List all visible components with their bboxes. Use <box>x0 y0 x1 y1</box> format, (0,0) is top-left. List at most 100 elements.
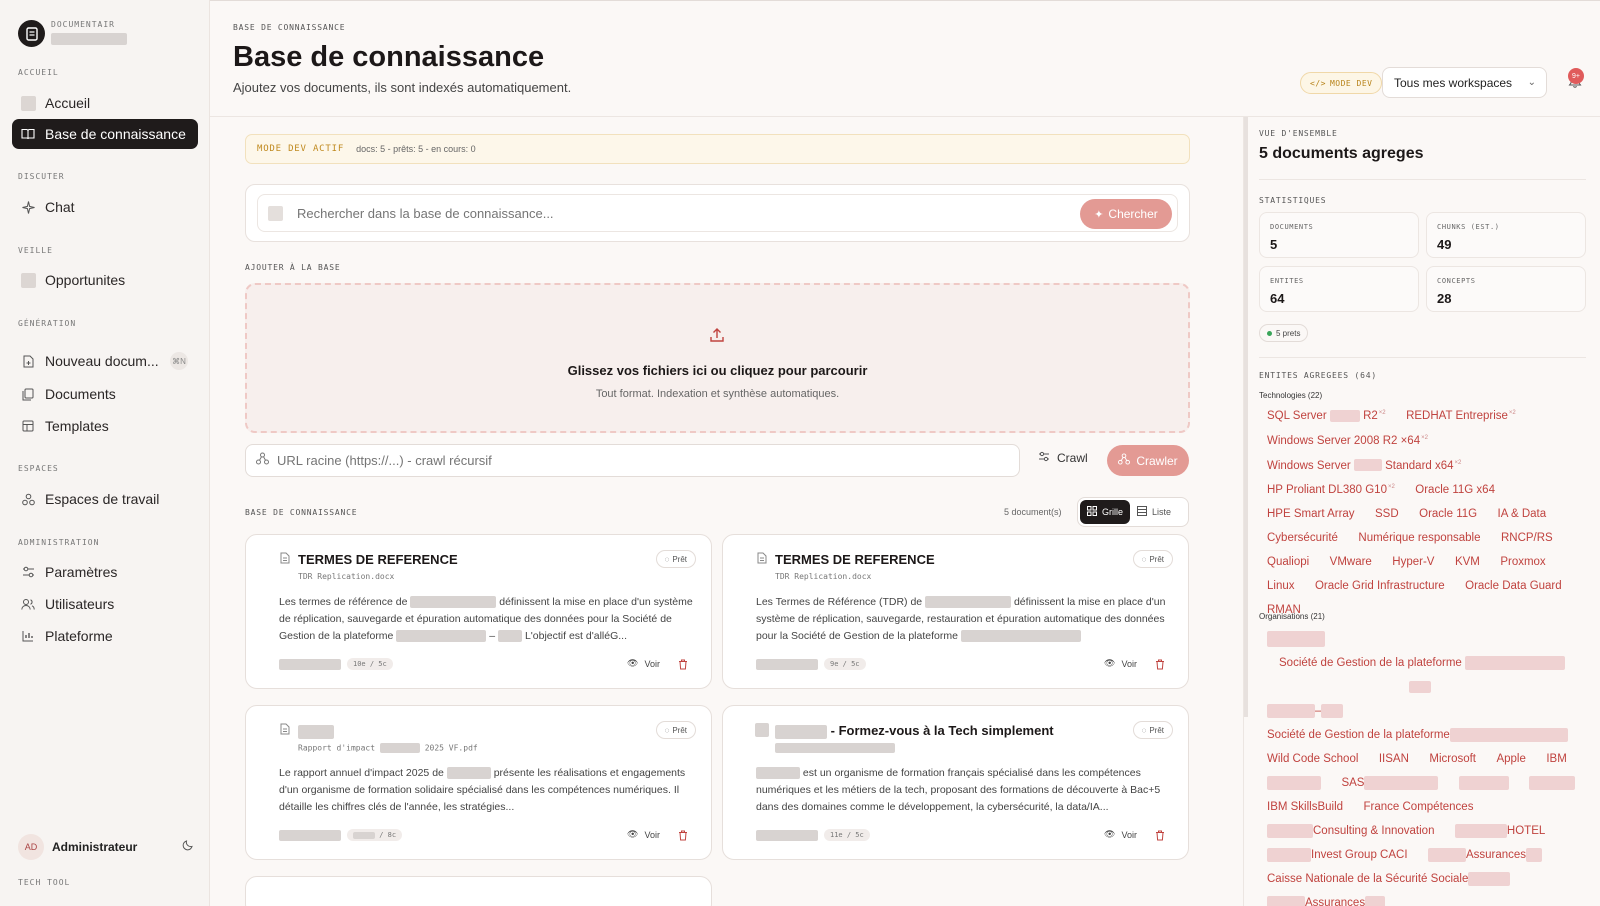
document-card[interactable]: - Formez-vous à la Tech simplement ◌ Prêt… <box>722 705 1189 860</box>
entity-tag[interactable]: Assurances <box>1267 895 1386 906</box>
sidebar-item-label: Plateforme <box>45 628 113 644</box>
entity-tag[interactable]: Microsoft <box>1429 751 1476 768</box>
entity-tag[interactable]: Oracle Grid Infrastructure <box>1315 578 1445 595</box>
tag-text: R2 <box>1363 409 1378 422</box>
entity-tag[interactable]: IA & Data <box>1498 506 1547 523</box>
sidebar-item-utilisateurs[interactable]: Utilisateurs <box>12 589 198 619</box>
sidebar-item-accueil[interactable]: Accueil <box>12 88 198 118</box>
stat-chunks: CHUNKS (EST.) 49 <box>1426 212 1586 258</box>
sidebar-item-parametres[interactable]: Paramètres <box>12 557 198 587</box>
user-profile[interactable]: AD Administrateur <box>18 834 194 860</box>
document-title-text: - Formez-vous à la Tech simplement <box>830 723 1054 738</box>
entity-tag[interactable]: Hyper-V <box>1392 554 1434 571</box>
entity-tag[interactable]: Windows Server Standard x64×2 <box>1267 455 1461 475</box>
view-document-button[interactable]: 👁 Voir <box>627 658 660 669</box>
sidebar-item-espaces-de-travail[interactable]: Espaces de travail <box>12 484 198 514</box>
entity-tag[interactable]: SAS <box>1341 775 1439 792</box>
entity-tag[interactable]: Apple <box>1496 751 1525 768</box>
entity-tag[interactable]: Société de Gestion de la plateforme <box>1279 655 1566 672</box>
entity-tag[interactable]: Consulting & Innovation <box>1267 823 1434 840</box>
trash-icon[interactable] <box>678 657 688 675</box>
sidebar-item-documents[interactable]: Documents <box>12 379 198 409</box>
entity-tag[interactable]: Proxmox <box>1500 554 1545 571</box>
crawl-url-input[interactable] <box>277 453 977 468</box>
stat-value: 64 <box>1270 291 1285 306</box>
code-icon: </> <box>1310 78 1326 88</box>
document-card[interactable]: TERMES DE REFERENCE TDR Replication.docx… <box>722 534 1189 689</box>
search-button[interactable]: ✦ Chercher <box>1080 199 1172 229</box>
list-view-button[interactable]: Liste <box>1130 500 1178 524</box>
search-input[interactable] <box>297 205 1057 221</box>
entity-tag[interactable]: IISAN <box>1379 751 1409 768</box>
entity-tag[interactable]: KVM <box>1455 554 1480 571</box>
document-card[interactable] <box>245 876 712 906</box>
trash-icon[interactable] <box>1155 657 1165 675</box>
sidebar-item-plateforme[interactable]: Plateforme <box>12 621 198 651</box>
redacted <box>775 724 827 739</box>
summary-text: – <box>489 630 496 642</box>
entity-tag[interactable]: – <box>1267 703 1344 720</box>
theme-toggle-moon-icon[interactable] <box>182 838 194 856</box>
entity-tag[interactable] <box>1267 775 1321 792</box>
entity-tag[interactable]: Qualiopi <box>1267 554 1309 571</box>
search-button-label: Chercher <box>1108 207 1158 221</box>
entity-tag[interactable]: HOTEL <box>1454 823 1545 840</box>
entity-tag[interactable]: SSD <box>1375 506 1399 523</box>
entity-tag[interactable]: Windows Server 2008 R2 ×64×2 <box>1267 430 1428 450</box>
sidebar-item-nouveau-document[interactable]: Nouveau docum... ⌘N <box>12 346 198 376</box>
workspace-select[interactable]: Tous mes workspaces ⌄ <box>1382 67 1547 98</box>
document-filename: TDR Replication.docx <box>298 572 395 581</box>
entity-tag[interactable]: Numérique responsable <box>1358 530 1480 547</box>
trash-icon[interactable] <box>1155 828 1165 846</box>
panel-scrollbar[interactable] <box>1244 117 1248 717</box>
book-icon <box>20 126 36 142</box>
document-card[interactable]: Rapport d'impact 2025 VF.pdf ◌ Prêt Le ra… <box>245 705 712 860</box>
entity-tag[interactable]: France Compétences <box>1364 799 1474 816</box>
summary-text: Les termes de référence de <box>279 596 408 608</box>
brand[interactable]: DOCUMENTAIR <box>18 20 127 47</box>
entity-tag[interactable]: Oracle 11G <box>1419 506 1477 523</box>
entity-tag[interactable]: HP Proliant DL380 G10×2 <box>1267 479 1395 499</box>
crawler-button[interactable]: Crawler <box>1107 445 1189 476</box>
dev-mode-badge[interactable]: </> MODE DEV <box>1300 72 1383 94</box>
entity-tag[interactable]: IBM SkillsBuild <box>1267 799 1343 816</box>
entity-tag[interactable]: Linux <box>1267 578 1295 595</box>
redacted <box>353 831 375 839</box>
entity-tag[interactable]: Société de Gestion de la plateforme <box>1267 727 1568 744</box>
sidebar-item-base-de-connaissance[interactable]: Base de connaissance <box>12 119 198 149</box>
entity-tag[interactable]: Cybersécurité <box>1267 530 1338 547</box>
user-name: Administrateur <box>52 840 138 854</box>
overview-title: 5 documents agreges <box>1259 145 1424 162</box>
crawl-options-button[interactable]: Crawl <box>1038 451 1088 465</box>
trash-icon[interactable] <box>678 828 688 846</box>
entity-tag[interactable]: HPE Smart Array <box>1267 506 1355 523</box>
entity-tag[interactable]: Oracle Data Guard <box>1465 578 1562 595</box>
entity-tag[interactable]: VMware <box>1330 554 1372 571</box>
crawl-link-label: Crawl <box>1057 451 1088 465</box>
entity-tag[interactable]: REDHAT Entreprise×2 <box>1406 405 1516 425</box>
document-card[interactable]: TERMES DE REFERENCE TDR Replication.docx… <box>245 534 712 689</box>
entity-tag[interactable]: Oracle 11G x64 <box>1415 482 1495 499</box>
entity-tag[interactable]: Assurances <box>1427 847 1543 864</box>
entity-tag[interactable]: Invest Group CACI <box>1267 847 1408 864</box>
sidebar-item-chat[interactable]: Chat <box>12 192 198 222</box>
sidebar-item-templates[interactable]: Templates <box>12 411 198 441</box>
entity-tag[interactable]: RNCP/RS <box>1501 530 1553 547</box>
entity-tag[interactable]: IBM <box>1546 751 1566 768</box>
redacted <box>279 829 341 841</box>
sidebar-item-opportunites[interactable]: Opportunites <box>12 265 198 295</box>
grid-view-button[interactable]: Grille <box>1080 500 1131 524</box>
entity-tag[interactable]: Wild Code School <box>1267 751 1358 768</box>
view-document-button[interactable]: 👁 Voir <box>1104 829 1137 840</box>
entity-tag[interactable] <box>1267 630 1325 648</box>
entity-tag[interactable]: Caisse Nationale de la Sécurité Sociale <box>1267 871 1511 888</box>
stat-value: 28 <box>1437 291 1452 306</box>
entity-tag[interactable] <box>1529 775 1576 792</box>
view-document-button[interactable]: 👁 Voir <box>1104 658 1137 669</box>
entity-tag[interactable] <box>1409 679 1431 696</box>
view-document-button[interactable]: 👁 Voir <box>627 829 660 840</box>
count-sup: ×2 <box>1387 484 1395 491</box>
entity-tag[interactable] <box>1458 775 1509 792</box>
file-dropzone[interactable]: Glissez vos fichiers ici ou cliquez pour… <box>245 283 1190 433</box>
entity-tag[interactable]: SQL Server R2×2 <box>1267 405 1386 425</box>
